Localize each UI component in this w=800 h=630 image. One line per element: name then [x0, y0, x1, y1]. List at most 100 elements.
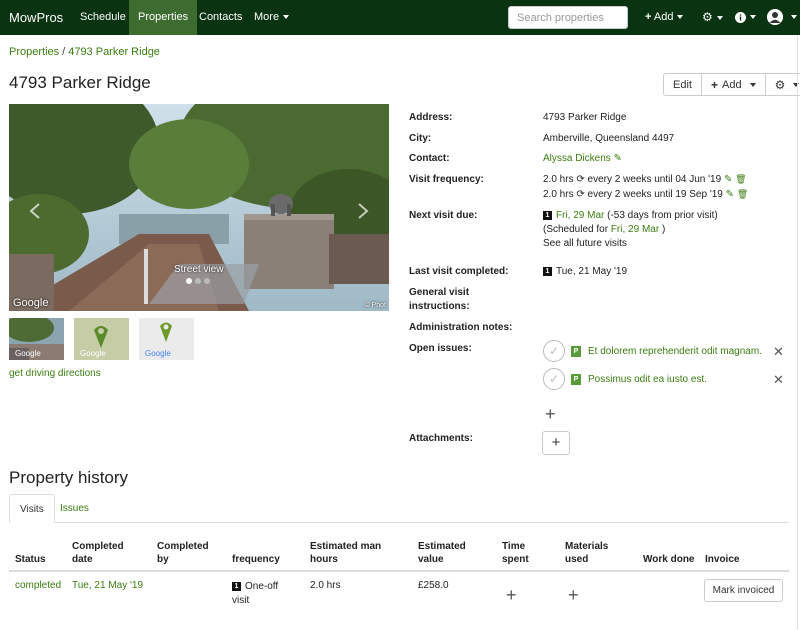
add-menu-button[interactable]: + Add	[645, 0, 684, 35]
general-instructions-label-2: instructions:	[409, 301, 470, 312]
brand-logo[interactable]: MowPros	[9, 10, 63, 25]
breadcrumb-separator: /	[62, 46, 66, 58]
pencil-icon[interactable]: ✎	[724, 174, 732, 185]
col-time-spent-1: Time	[502, 541, 526, 552]
contact-value: Alyssa Dickens ✎	[543, 153, 622, 164]
repeat-icon: ⟳	[576, 189, 585, 200]
user-menu-caret[interactable]	[787, 0, 797, 35]
priority-badge: P	[571, 345, 581, 357]
col-invoice: Invoice	[705, 554, 740, 565]
issue-link[interactable]: Possimus odit ea iusto est.	[588, 374, 707, 385]
scheduled-date-link[interactable]: Fri, 29 Mar	[611, 224, 659, 235]
visit-frequency-label: Visit frequency:	[409, 174, 484, 185]
page-actions: Edit + Add ⚙	[663, 73, 800, 96]
next-visit-value: 1 Fri, 29 Mar (-53 days from prior visit)	[543, 210, 718, 221]
nav-more[interactable]: More	[245, 0, 298, 35]
man-hours: 2.0 hrs	[310, 580, 341, 591]
close-icon[interactable]: ✕	[773, 372, 784, 388]
edit-button[interactable]: Edit	[663, 73, 702, 96]
info-icon	[735, 11, 746, 23]
tab-visits[interactable]: Visits	[9, 494, 55, 523]
completed-date-link[interactable]: Tue, 21 May '19	[72, 579, 143, 593]
last-visit-date: Tue, 21 May '19	[556, 266, 628, 277]
mark-invoiced-button[interactable]: Mark invoiced	[704, 579, 783, 602]
next-visit-label: Next visit due:	[409, 210, 478, 221]
street-view-image[interactable]: Street view Google © Phot	[9, 104, 389, 311]
close-icon[interactable]: ✕	[773, 344, 784, 360]
tabs-divider	[9, 522, 789, 523]
general-instructions-label-1: General visit	[409, 287, 470, 298]
thumbnail-street[interactable]: Google	[9, 318, 64, 360]
open-issues-label: Open issues:	[409, 343, 472, 354]
nav-properties[interactable]: Properties	[129, 0, 198, 35]
add-time-icon[interactable]: +	[506, 586, 517, 604]
last-visit-label: Last visit completed:	[409, 266, 509, 277]
city-label: City:	[409, 133, 432, 144]
col-status: Status	[15, 554, 46, 565]
info-menu-button[interactable]	[735, 0, 756, 35]
col-frequency: frequency	[232, 554, 280, 565]
pencil-icon[interactable]: ✎	[726, 189, 734, 200]
nav-contacts[interactable]: Contacts	[190, 0, 251, 35]
admin-notes-label: Administration notes:	[409, 322, 513, 333]
col-completed-by-1: Completed	[157, 541, 209, 552]
chevron-down-icon	[749, 82, 756, 87]
issue-link[interactable]: Et dolorem reprehenderit odit magnam.	[588, 346, 762, 357]
frequency-hours: 2.0 hrs	[543, 189, 574, 200]
frequency-text: every 2 weeks until 04 Jun '19	[587, 174, 722, 185]
thumbnail-google-label: Google	[15, 349, 41, 358]
status-link[interactable]: completed	[15, 579, 61, 593]
calendar-icon: 1	[232, 581, 241, 591]
col-man-hours-1: Estimated man	[310, 541, 382, 552]
next-visit-note: (-53 days from prior visit)	[607, 210, 718, 221]
issue-item: ✓ P Possimus odit ea iusto est.	[543, 368, 707, 390]
frequency-row: 2.0 hrs ⟳ every 2 weeks until 19 Sep '19…	[543, 189, 748, 200]
address-value: 4793 Parker Ridge	[543, 112, 627, 123]
chevron-down-icon	[283, 15, 290, 20]
thumbnail-map[interactable]: Google	[74, 318, 129, 360]
nav-schedule[interactable]: Schedule	[71, 0, 135, 35]
edit-button-label: Edit	[673, 78, 692, 91]
breadcrumb-properties[interactable]: Properties	[9, 46, 59, 58]
frequency-hours: 2.0 hrs	[543, 174, 574, 185]
plus-icon: +	[645, 11, 652, 23]
col-man-hours-2: hours	[310, 554, 338, 565]
breadcrumb-current[interactable]: 4793 Parker Ridge	[68, 46, 160, 58]
google-logo: Google	[13, 297, 49, 309]
add-button-label: Add	[721, 78, 742, 91]
add-materials-icon[interactable]: +	[568, 586, 579, 604]
next-visit-date-link[interactable]: Fri, 29 Mar	[556, 210, 604, 221]
photo-credit: © Phot	[364, 302, 386, 309]
settings-button[interactable]: ⚙	[764, 73, 800, 96]
driving-directions-link[interactable]: get driving directions	[9, 368, 101, 379]
add-attachment-button[interactable]: +	[542, 431, 570, 455]
frequency-line-2: visit	[232, 595, 250, 606]
tab-issues[interactable]: Issues	[50, 494, 99, 523]
settings-menu-button[interactable]: ⚙	[702, 0, 723, 35]
add-button[interactable]: + Add	[700, 73, 766, 96]
thumbnail-map-alt[interactable]: Google	[139, 318, 194, 360]
trash-icon[interactable]: 🗑	[737, 189, 748, 199]
col-materials-2: used	[565, 554, 589, 565]
attachments-label: Attachments:	[409, 433, 473, 444]
pencil-icon[interactable]: ✎	[614, 153, 622, 164]
page-border	[797, 35, 798, 630]
frequency-text: every 2 weeks until 19 Sep '19	[587, 189, 723, 200]
chevron-down-icon	[750, 15, 756, 20]
search-input[interactable]	[508, 6, 628, 29]
col-materials-1: Materials	[565, 541, 609, 552]
check-icon[interactable]: ✓	[543, 368, 565, 390]
gear-icon: ⚙	[702, 10, 713, 24]
frequency-line-1: One-off	[245, 581, 279, 592]
check-icon[interactable]: ✓	[543, 340, 565, 362]
trash-icon[interactable]: 🗑	[735, 174, 746, 184]
repeat-icon: ⟳	[576, 174, 585, 185]
chevron-down-icon	[677, 15, 684, 20]
contact-link[interactable]: Alyssa Dickens	[543, 153, 611, 164]
add-issue-icon[interactable]: +	[545, 405, 556, 423]
add-menu-label: Add	[653, 11, 674, 23]
thumbnail-google-label: Google	[80, 349, 106, 358]
see-all-visits-link[interactable]: See all future visits	[543, 238, 627, 249]
frequency-row: 2.0 hrs ⟳ every 2 weeks until 04 Jun '19…	[543, 174, 747, 185]
avatar[interactable]	[767, 9, 783, 25]
